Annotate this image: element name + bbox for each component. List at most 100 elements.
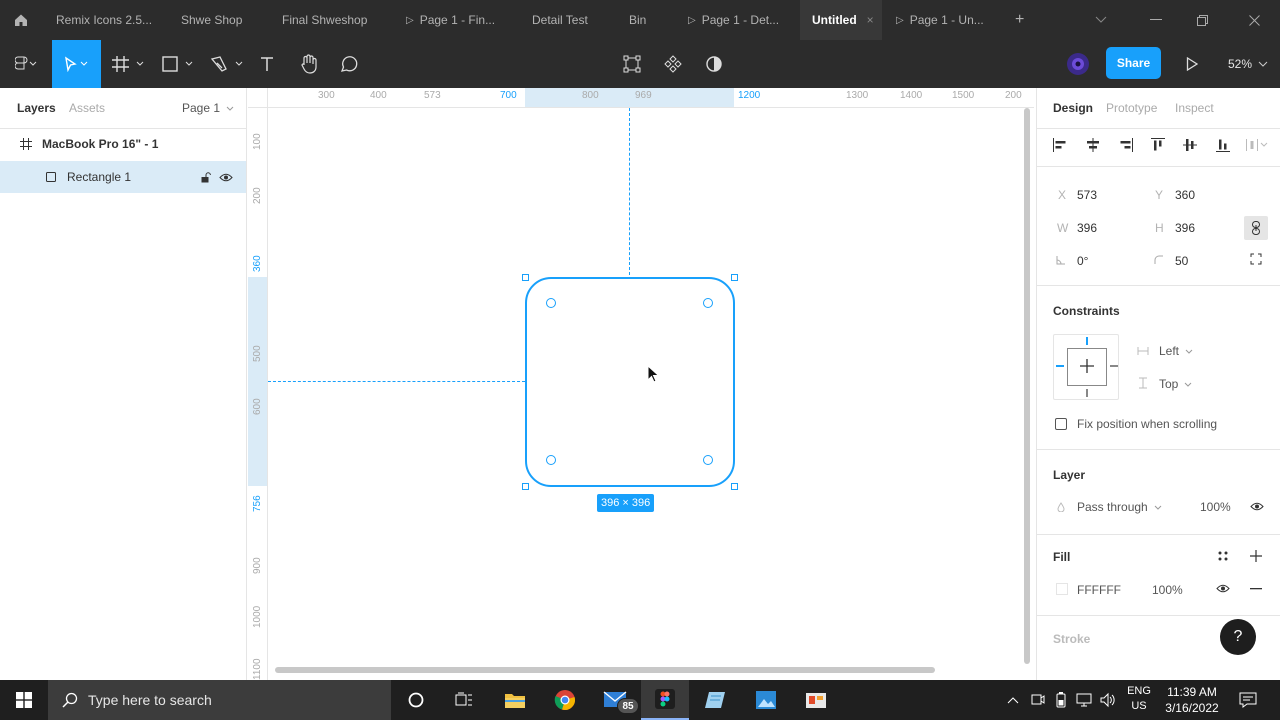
chevron-down-icon[interactable] [1095, 0, 1107, 40]
taskbar-photos[interactable] [751, 680, 781, 720]
tab-final-shweshop[interactable]: Final Shweshop [282, 0, 367, 40]
constraints-widget[interactable] [1053, 334, 1119, 400]
tab-bin[interactable]: Bin [629, 0, 646, 40]
align-center-vertical-icon[interactable] [1182, 137, 1198, 153]
taskbar-chrome[interactable] [550, 680, 580, 720]
comment-tool[interactable] [334, 40, 364, 88]
independent-corners-icon[interactable] [1250, 253, 1262, 265]
tab-layers[interactable]: Layers [17, 101, 56, 115]
corner-radius-handle[interactable] [703, 455, 713, 465]
corner-radius-field[interactable]: 50 [1175, 254, 1188, 268]
taskbar-app[interactable] [801, 680, 831, 720]
vertical-scrollbar[interactable] [1024, 108, 1030, 664]
y-field[interactable]: 360 [1175, 188, 1195, 202]
tab-detail-test[interactable]: Detail Test [532, 0, 588, 40]
add-fill-icon[interactable] [1250, 550, 1262, 562]
eye-icon[interactable] [1250, 502, 1264, 511]
component-button[interactable] [659, 40, 687, 88]
meet-now-icon[interactable] [1031, 692, 1045, 708]
rotation-field[interactable]: 0° [1077, 254, 1088, 268]
resize-handle[interactable] [731, 274, 738, 281]
height-field[interactable]: 396 [1175, 221, 1195, 235]
tab-inspect[interactable]: Inspect [1175, 101, 1214, 115]
zoom-menu[interactable]: 52% [1222, 40, 1274, 88]
window-close-button[interactable] [1249, 0, 1260, 40]
new-tab-button[interactable]: + [1015, 0, 1024, 40]
corner-radius-handle[interactable] [703, 298, 713, 308]
main-menu-button[interactable] [6, 40, 46, 88]
avatar[interactable] [1064, 40, 1092, 88]
taskbar-mail[interactable]: 85 [600, 680, 639, 720]
present-button[interactable] [1180, 40, 1204, 88]
fill-opacity-field[interactable]: 100% [1152, 583, 1183, 597]
taskbar-figma[interactable] [641, 680, 689, 720]
align-right-icon[interactable] [1118, 137, 1134, 153]
tab-shwe-shop[interactable]: Shwe Shop [181, 0, 242, 40]
eye-icon[interactable] [219, 173, 233, 182]
vertical-constraint-select[interactable]: Top [1159, 377, 1192, 391]
style-grid-icon[interactable] [1218, 551, 1228, 561]
frame-tool[interactable] [108, 40, 148, 88]
tab-prototype[interactable]: Prototype [1106, 101, 1157, 115]
constrain-proportions-button[interactable] [1244, 216, 1268, 240]
home-icon[interactable] [0, 0, 42, 40]
eye-icon[interactable] [1216, 584, 1230, 593]
language-indicator[interactable]: ENG US [1124, 684, 1154, 716]
unlock-icon[interactable] [201, 171, 211, 183]
taskbar-file-explorer[interactable] [500, 680, 530, 720]
battery-icon[interactable] [1056, 692, 1066, 708]
fill-hex-field[interactable]: FFFFFF [1077, 583, 1121, 597]
restore-button[interactable] [1197, 0, 1208, 40]
tab-page1-final[interactable]: ▷ Page 1 - Fin... [406, 0, 495, 40]
cortana-button[interactable] [400, 680, 432, 720]
taskbar-notes[interactable] [700, 680, 730, 720]
width-field[interactable]: 396 [1077, 221, 1097, 235]
tab-untitled[interactable]: Untitled × [800, 0, 882, 40]
shape-tool[interactable] [158, 40, 198, 88]
align-left-icon[interactable] [1052, 137, 1068, 153]
layer-frame-macbook[interactable]: MacBook Pro 16" - 1 [0, 132, 246, 156]
clock[interactable]: 11:39 AM 3/16/2022 [1160, 684, 1224, 716]
share-button[interactable]: Share [1106, 47, 1161, 79]
horizontal-constraint-select[interactable]: Left [1159, 344, 1193, 358]
distribute-icon[interactable] [1245, 137, 1269, 153]
mask-button[interactable] [700, 40, 728, 88]
move-tool[interactable] [52, 40, 101, 88]
page-selector[interactable]: Page 1 [182, 101, 234, 115]
align-bottom-icon[interactable] [1215, 137, 1231, 153]
network-icon[interactable] [1076, 692, 1092, 708]
horizontal-scrollbar[interactable] [275, 667, 935, 673]
layer-opacity-field[interactable]: 100% [1200, 500, 1231, 514]
canvas[interactable]: 300 400 573 700 800 969 1200 1300 1400 1… [248, 88, 1034, 680]
layer-rectangle-1[interactable]: Rectangle 1 [0, 161, 246, 193]
chevron-up-icon[interactable] [1006, 680, 1020, 720]
close-icon[interactable]: × [867, 13, 874, 27]
fix-scroll-checkbox[interactable] [1055, 418, 1067, 430]
x-field[interactable]: 573 [1077, 188, 1097, 202]
pen-tool[interactable] [208, 40, 248, 88]
task-view-button[interactable] [448, 680, 480, 720]
align-top-icon[interactable] [1150, 137, 1166, 153]
tab-page1-untitled[interactable]: ▷ Page 1 - Un... [896, 0, 984, 40]
create-component-button[interactable] [618, 40, 646, 88]
taskbar-search[interactable]: Type here to search [48, 680, 391, 720]
volume-icon[interactable] [1100, 692, 1116, 708]
notification-button[interactable] [1232, 680, 1264, 720]
minimize-button[interactable] [1150, 0, 1162, 40]
tab-design[interactable]: Design [1053, 101, 1093, 115]
tab-remix-icons[interactable]: Remix Icons 2.5... [56, 0, 152, 40]
text-tool[interactable] [252, 40, 282, 88]
help-button[interactable]: ? [1220, 619, 1256, 655]
remove-fill-icon[interactable] [1250, 588, 1262, 590]
corner-radius-handle[interactable] [546, 455, 556, 465]
fill-swatch[interactable] [1056, 583, 1068, 595]
corner-radius-handle[interactable] [546, 298, 556, 308]
tab-assets[interactable]: Assets [69, 101, 105, 115]
align-center-horizontal-icon[interactable] [1085, 137, 1101, 153]
tab-page1-detail[interactable]: ▷ Page 1 - Det... [688, 0, 779, 40]
resize-handle[interactable] [731, 483, 738, 490]
resize-handle[interactable] [522, 274, 529, 281]
hand-tool[interactable] [294, 40, 324, 88]
start-button[interactable] [0, 680, 48, 720]
resize-handle[interactable] [522, 483, 529, 490]
